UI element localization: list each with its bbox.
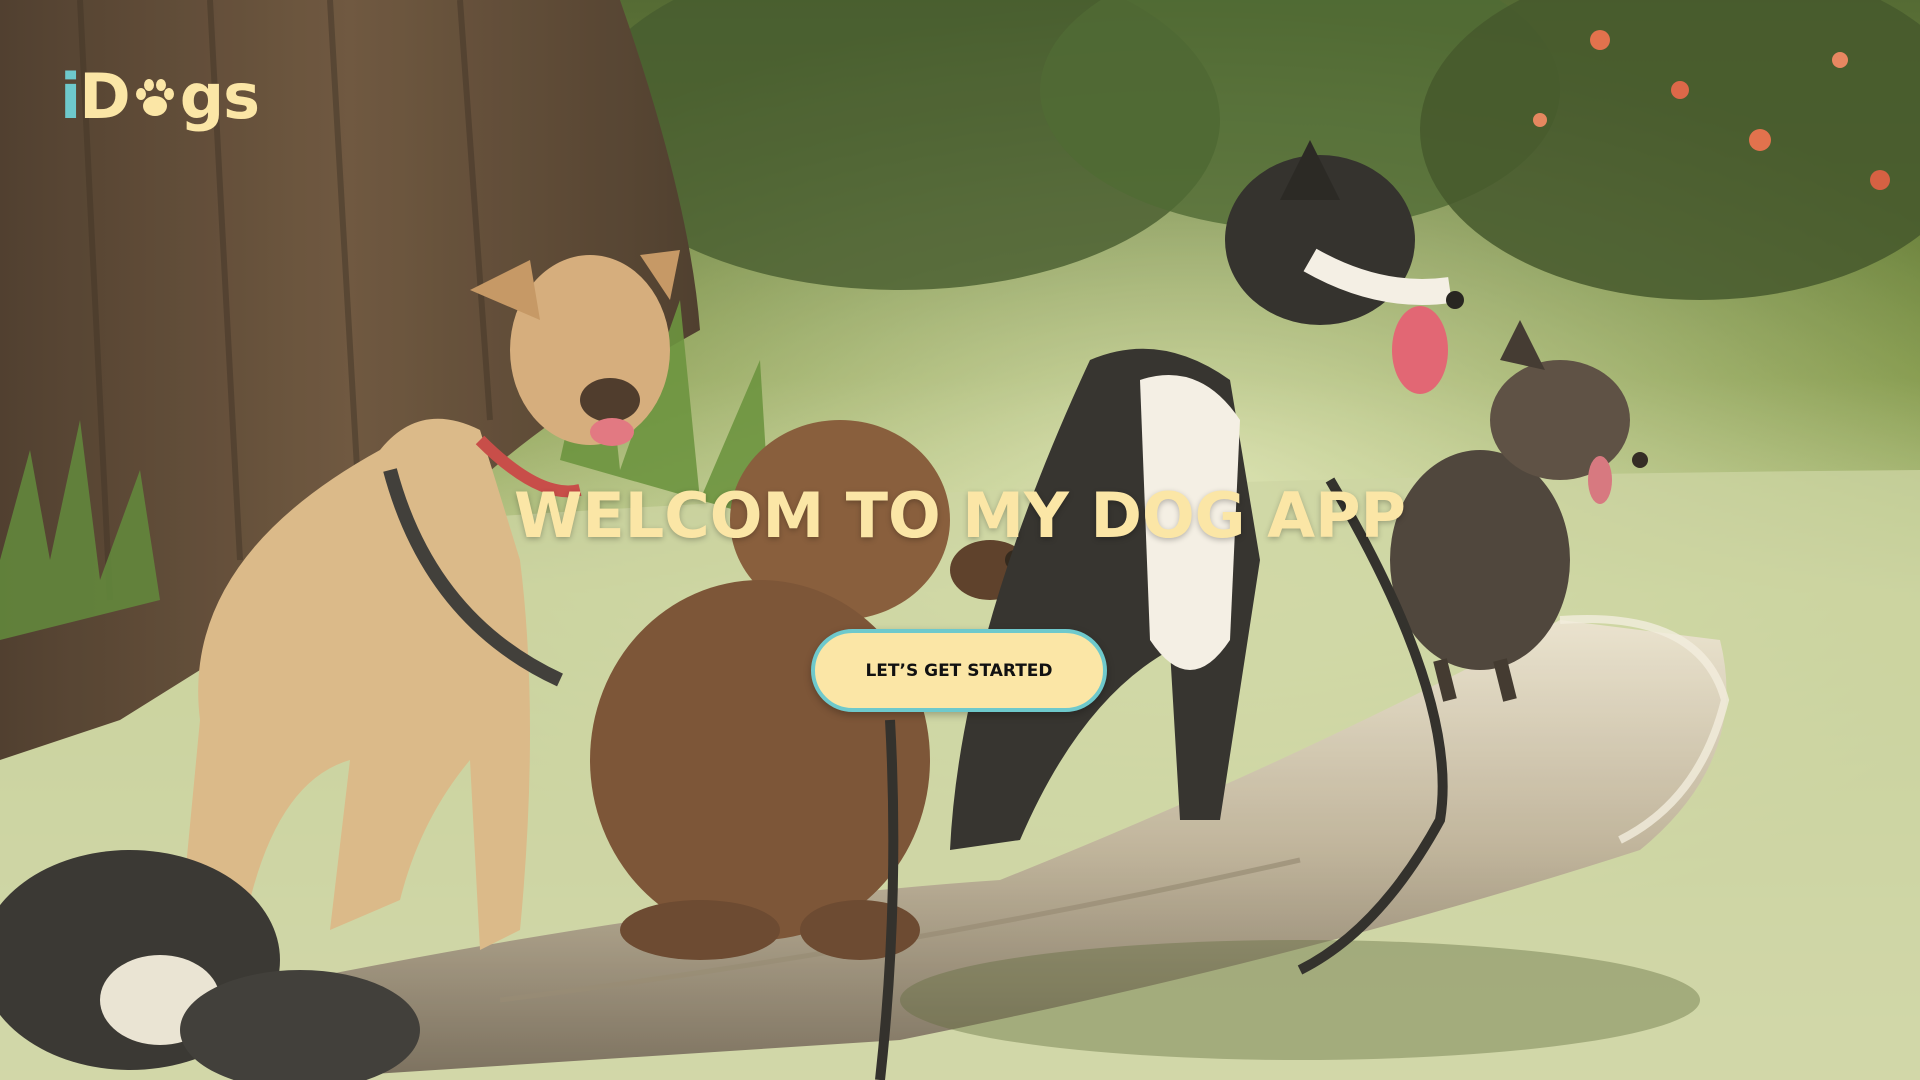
brand-logo[interactable]: i D gs [60, 56, 260, 133]
welcome-title: WELCOM TO MY DOG APP [513, 479, 1406, 552]
logo-letter-d: D [79, 60, 130, 133]
get-started-button[interactable]: LET’S GET STARTED [811, 629, 1107, 712]
paw-icon [135, 79, 174, 116]
hero-section: i D gs WELCOM TO MY DOG APP LET’S GET ST… [0, 0, 1920, 1080]
logo-word: D gs [79, 60, 260, 133]
logo-prefix-text: i [60, 60, 81, 133]
logo-letters-end: gs [179, 60, 260, 133]
